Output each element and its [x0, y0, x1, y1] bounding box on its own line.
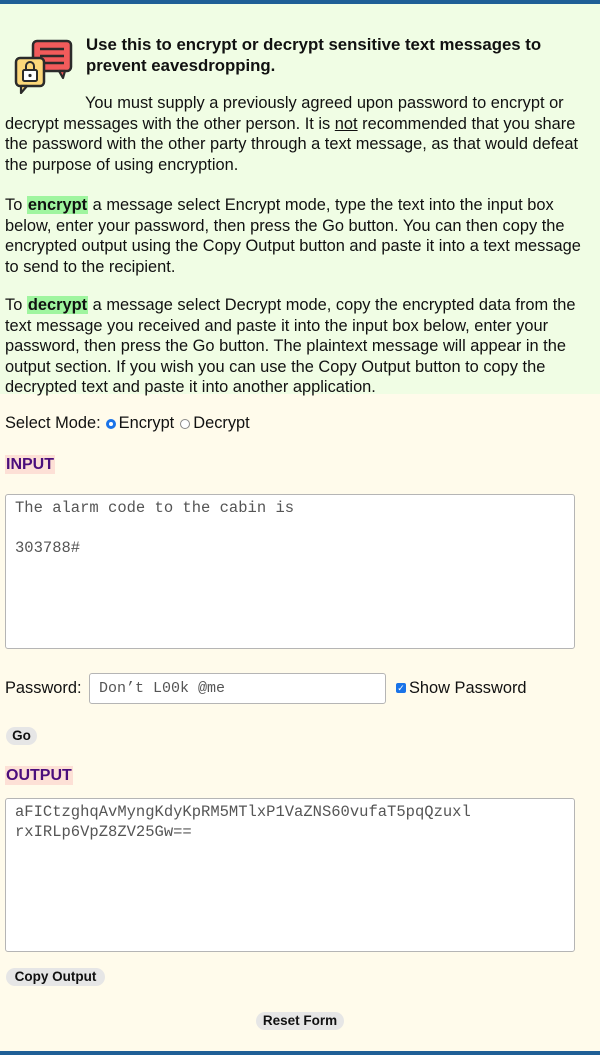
- intro-text: To: [5, 296, 27, 314]
- password-input[interactable]: Don’t L00k @me: [89, 673, 386, 704]
- go-button[interactable]: Go: [6, 727, 37, 745]
- intro-paragraph-password: You must supply a previously agreed upon…: [5, 93, 595, 175]
- output-textarea[interactable]: aFICtzghqAvMyngKdyKpRM5MTlxP1VaZNS60vufa…: [5, 798, 575, 952]
- encrypt-highlight: encrypt: [26, 196, 89, 214]
- show-password-toggle[interactable]: ✓ Show Password: [396, 678, 527, 698]
- copy-output-button[interactable]: Copy Output: [6, 968, 105, 986]
- input-section-label: INPUT: [5, 455, 55, 474]
- reset-form-button[interactable]: Reset Form: [256, 1012, 344, 1030]
- password-label: Password:: [5, 679, 82, 697]
- input-textarea[interactable]: The alarm code to the cabin is 303788#: [5, 494, 575, 649]
- encrypt-radio[interactable]: [105, 419, 116, 429]
- intro-heading: Use this to encrypt or decrypt sensitive…: [86, 35, 542, 75]
- show-password-label[interactable]: Show Password: [409, 678, 527, 698]
- intro-paragraph-decrypt: To decrypt a message select Decrypt mode…: [5, 295, 595, 398]
- mode-label: Select Mode:: [5, 414, 101, 432]
- intro-text: a message select Encrypt mode, type the …: [5, 196, 581, 276]
- decrypt-radio[interactable]: [180, 419, 191, 429]
- mode-selector: Select Mode: Encrypt Decrypt: [5, 413, 250, 433]
- decrypt-highlight: decrypt: [26, 296, 89, 314]
- intro-text: a message select Decrypt mode, copy the …: [5, 296, 576, 397]
- bottom-accent-bar: [0, 1051, 600, 1055]
- intro-text: To: [5, 196, 27, 214]
- show-password-checkbox[interactable]: ✓: [396, 683, 406, 693]
- intro-panel: Use this to encrypt or decrypt sensitive…: [0, 4, 600, 396]
- intro-paragraph-encrypt: To encrypt a message select Encrypt mode…: [5, 195, 595, 277]
- decrypt-option-label[interactable]: Decrypt: [193, 413, 249, 433]
- output-section-label: OUTPUT: [5, 766, 73, 785]
- encrypt-option-label[interactable]: Encrypt: [119, 413, 175, 433]
- emphasis-not: not: [334, 114, 358, 133]
- secure-chat-icon: [14, 39, 73, 94]
